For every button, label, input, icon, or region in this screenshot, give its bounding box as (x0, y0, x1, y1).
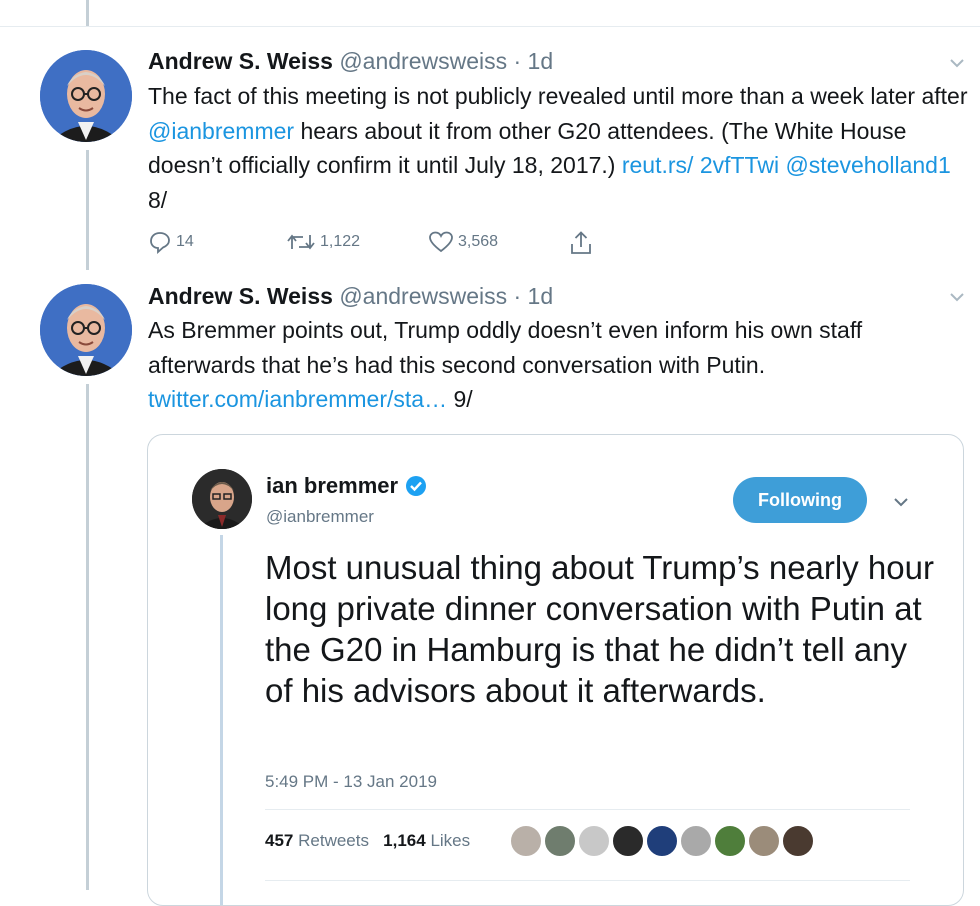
thread-line-2 (86, 384, 89, 890)
tweet-2-author-handle[interactable]: @andrewsweiss (339, 283, 507, 309)
likes-label: Likes (430, 831, 471, 850)
tweet-1-author-handle[interactable]: @andrewsweiss (339, 48, 507, 74)
quoted-divider (265, 809, 910, 810)
liker-avatar[interactable] (544, 825, 576, 857)
liker-avatar[interactable] (612, 825, 644, 857)
liker-avatar[interactable] (714, 825, 746, 857)
avatar-portrait-icon (192, 469, 252, 529)
tweet-2-chevron-down-icon[interactable] (948, 288, 966, 306)
tweet-2-time[interactable]: · 1d (514, 283, 554, 309)
avatar-portrait-icon (40, 284, 132, 376)
avatar-portrait-icon (40, 50, 132, 142)
quoted-tweet-text: Most unusual thing about Trump’s nearly … (265, 549, 934, 709)
embedded-tweet-card[interactable]: ian bremmer @ianbremmer Following Most u… (147, 434, 964, 906)
thread-line-1 (86, 150, 89, 270)
quoted-author-name-row: ian bremmer (266, 473, 428, 499)
tweet-2-text: As Bremmer points out, Trump oddly doesn… (148, 313, 968, 417)
liker-avatar[interactable] (578, 825, 610, 857)
quoted-thread-line (220, 535, 223, 905)
quoted-divider-bottom (265, 880, 910, 881)
tweet-1-text: The fact of this meeting is not publicly… (148, 79, 968, 217)
twitter-status-link[interactable]: twitter.com/ianbremmer/sta… (148, 386, 447, 412)
liker-avatar[interactable] (680, 825, 712, 857)
mention-steveholland1-link[interactable]: @steveholland1 (785, 152, 950, 178)
tweet-1-avatar[interactable] (40, 50, 132, 142)
quoted-chevron-down-icon[interactable] (892, 493, 910, 511)
reply-button[interactable]: 14 (148, 230, 194, 254)
retweet-count: 1,122 (320, 233, 361, 250)
liker-avatar[interactable] (510, 825, 542, 857)
liker-avatar[interactable] (782, 825, 814, 857)
mention-ianbremmer-link[interactable]: @ianbremmer (148, 118, 294, 144)
following-button[interactable]: Following (733, 477, 867, 523)
liker-avatar[interactable] (646, 825, 678, 857)
retweets-label: Retweets (298, 831, 369, 850)
quoted-author-avatar[interactable] (192, 469, 252, 529)
quoted-tweet-timestamp[interactable]: 5:49 PM - 13 Jan 2019 (265, 772, 437, 792)
tweet-1-text-part: The fact of this meeting is not publicly… (148, 83, 968, 109)
liker-avatar[interactable] (748, 825, 780, 857)
liker-avatars (510, 825, 814, 857)
likes-count: 1,164 (383, 831, 426, 850)
tweet-1-text-part: 8/ (148, 186, 168, 213)
quoted-author-handle[interactable]: @ianbremmer (266, 507, 374, 527)
quoted-tweet-stats: 457 Retweets 1,164 Likes (265, 831, 470, 851)
heart-icon (429, 231, 453, 253)
retweet-button[interactable]: 1,122 (286, 230, 360, 254)
like-count: 3,568 (458, 233, 499, 250)
tweet-1-time[interactable]: · 1d (514, 48, 554, 74)
reply-icon (150, 232, 170, 254)
tweet-2-author-name[interactable]: Andrew S. Weiss (148, 283, 333, 309)
tweet-2-avatar[interactable] (40, 284, 132, 376)
top-divider (0, 26, 980, 27)
tweet-1-chevron-down-icon[interactable] (948, 54, 966, 72)
tweet-2-header: Andrew S. Weiss @andrewsweiss · 1d (148, 283, 553, 310)
quoted-author-name[interactable]: ian bremmer (266, 473, 398, 499)
retweet-icon (287, 234, 315, 250)
tweet-2-text-part: 9/ (447, 386, 473, 412)
likes-stat[interactable]: 1,164 Likes (383, 831, 470, 850)
retweets-stat[interactable]: 457 Retweets (265, 831, 369, 850)
like-button[interactable]: 3,568 (428, 230, 498, 254)
reply-count: 14 (176, 233, 194, 250)
reut-rs-link[interactable]: reut.rs/ 2vfTTwi (622, 152, 779, 178)
tweet-1-author-name[interactable]: Andrew S. Weiss (148, 48, 333, 74)
thread-line-top (86, 0, 89, 26)
tweet-2-text-part: As Bremmer points out, Trump oddly doesn… (148, 317, 863, 378)
verified-badge-icon (406, 476, 427, 496)
retweets-count: 457 (265, 831, 294, 850)
tweet-1-header: Andrew S. Weiss @andrewsweiss · 1d (148, 48, 553, 75)
share-icon (571, 231, 591, 254)
share-button[interactable] (569, 230, 593, 256)
